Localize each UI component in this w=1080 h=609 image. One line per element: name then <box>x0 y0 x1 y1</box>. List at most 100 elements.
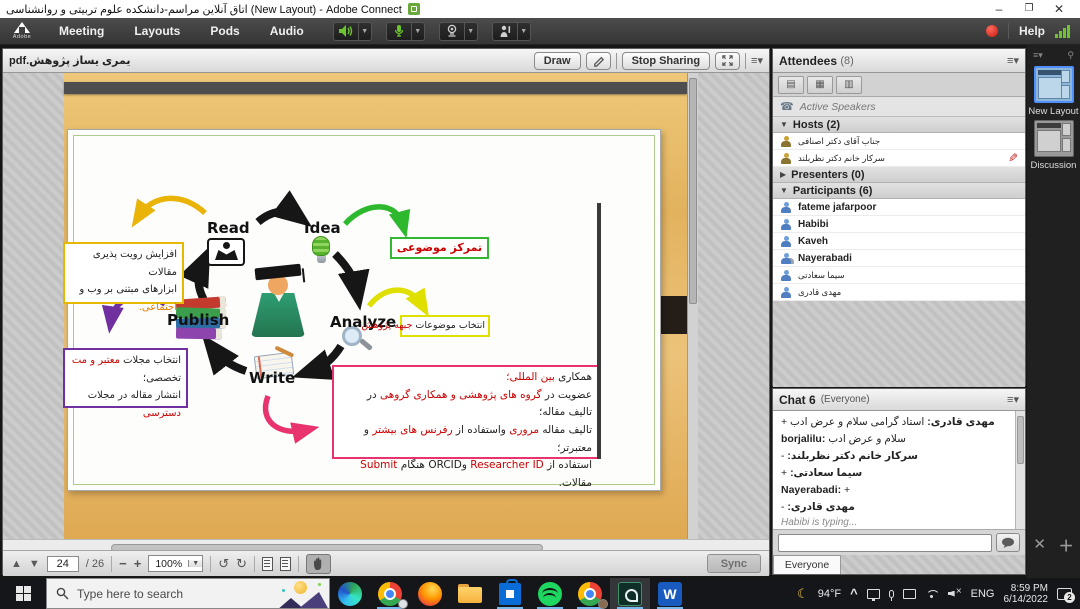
attendees-pod-menu-icon[interactable]: ≡▾ <box>1007 54 1019 67</box>
attendee-row[interactable]: Kaveh <box>773 233 1025 250</box>
tray-microphone-icon[interactable] <box>889 590 894 598</box>
tray-keyboard-icon[interactable] <box>903 589 916 599</box>
taskbar-firefox[interactable] <box>410 578 450 609</box>
taskbar-spotify[interactable] <box>530 578 570 609</box>
layout-label-discussion: Discussion <box>1027 160 1080 171</box>
help-menu[interactable]: Help <box>1019 24 1045 38</box>
layouts-sidebar: ≡▾ ⚲ New Layout Discussion ✕ ＋ <box>1027 45 1080 578</box>
webcam-icon <box>445 24 459 38</box>
zoom-level-select[interactable]: 100% ▼ <box>148 555 203 572</box>
pin-icon[interactable]: ⚲ <box>1067 50 1074 61</box>
taskbar-word[interactable]: W <box>650 578 690 609</box>
chat-input[interactable] <box>778 534 992 552</box>
layout-thumbnail-new-layout[interactable] <box>1034 66 1074 103</box>
taskbar-adobe-connect[interactable] <box>610 578 650 609</box>
weather-moon-icon[interactable]: ☾ <box>797 586 809 602</box>
tray-volume-muted-icon[interactable] <box>948 589 962 599</box>
tray-wifi-icon[interactable] <box>925 589 939 598</box>
rotate-left-button[interactable]: ↺ <box>218 556 229 572</box>
taskbar-chrome[interactable] <box>370 578 410 609</box>
adobe-logo: Adobe <box>0 18 44 45</box>
add-layout-icon[interactable]: ＋ <box>1059 535 1074 556</box>
list-view-button[interactable]: ▤ <box>778 76 804 94</box>
attendee-row[interactable]: Nayerabadi <box>773 250 1025 267</box>
speaker-button[interactable] <box>333 22 359 41</box>
active-speakers-row: ☎ Active Speakers <box>773 97 1025 117</box>
visibility-text-box: افزایش رویت پذیری مقالات ابزارهای مبتنی … <box>63 242 184 304</box>
chat-pod-menu-icon[interactable]: ≡▾ <box>1007 393 1019 406</box>
fullscreen-button[interactable] <box>715 52 740 70</box>
status-view-button[interactable]: ▥ <box>836 76 862 94</box>
mic-dropdown[interactable]: ▼ <box>412 22 425 41</box>
chat-scrollbar[interactable] <box>1015 411 1025 530</box>
speaker-dropdown[interactable]: ▼ <box>359 22 372 41</box>
send-message-button[interactable] <box>996 533 1020 552</box>
attendee-row-host[interactable]: سرکار خانم دکتر نظربلند ✎ <box>773 150 1025 167</box>
tab-everyone[interactable]: Everyone <box>773 555 841 574</box>
share-vertical-scrollbar[interactable] <box>687 73 698 539</box>
close-pod-icon[interactable]: ✕ <box>1033 535 1046 556</box>
taskbar-edge[interactable] <box>330 578 370 609</box>
tray-display-icon[interactable] <box>867 589 880 599</box>
zoom-in-button[interactable]: + <box>134 556 142 571</box>
label-write: Write <box>249 369 295 387</box>
menu-audio[interactable]: Audio <box>255 18 319 45</box>
notification-badge: 2 <box>1064 592 1075 603</box>
webcam-dropdown[interactable]: ▼ <box>465 22 478 41</box>
stop-sharing-button[interactable]: Stop Sharing <box>622 52 710 70</box>
notification-center-icon[interactable]: 2 <box>1057 588 1072 600</box>
layouts-menu-icon[interactable]: ≡▾ <box>1033 50 1043 61</box>
page-down-button[interactable]: ▼ <box>29 558 40 570</box>
menu-pods[interactable]: Pods <box>195 18 254 45</box>
clock[interactable]: 8:59 PM 6/14/2022 <box>1004 583 1049 605</box>
grid-view-button[interactable]: ▦ <box>807 76 833 94</box>
two-page-view-button[interactable] <box>280 557 291 571</box>
windows-taskbar: Type here to search W ☾ 94°F ^ <box>0 578 1080 609</box>
taskbar-chrome-2[interactable] <box>570 578 610 609</box>
hosts-section-header[interactable]: ▼ Hosts (2) <box>773 117 1025 133</box>
hand-icon <box>312 556 326 571</box>
taskbar-file-explorer[interactable] <box>450 578 490 609</box>
layout-thumbnail-discussion[interactable] <box>1034 120 1074 157</box>
zoom-out-button[interactable]: − <box>119 556 127 571</box>
status-dropdown[interactable]: ▼ <box>518 22 531 41</box>
hidden-icons-chevron[interactable]: ^ <box>850 586 858 601</box>
pointer-tool-button[interactable] <box>586 52 611 70</box>
sync-button[interactable]: Sync <box>707 554 761 573</box>
start-button[interactable] <box>0 578 46 609</box>
attendee-row-host[interactable]: جناب آقای دکتر اصنافی <box>773 133 1025 150</box>
page-number-input[interactable] <box>47 556 79 572</box>
raise-hand-button[interactable] <box>492 22 518 41</box>
rotate-right-button[interactable]: ↻ <box>236 556 247 572</box>
language-indicator[interactable]: ENG <box>971 588 995 600</box>
menu-layouts[interactable]: Layouts <box>119 18 195 45</box>
taskbar-search-box[interactable]: Type here to search <box>46 578 330 609</box>
hand-tool-button[interactable] <box>306 554 331 574</box>
mic-button[interactable] <box>386 22 412 41</box>
menu-meeting[interactable]: Meeting <box>44 18 119 45</box>
webcam-button[interactable] <box>439 22 465 41</box>
minimize-button[interactable]: – <box>984 0 1014 18</box>
share-horizontal-scrollbar[interactable] <box>3 539 769 550</box>
attendee-row[interactable]: Habibi <box>773 216 1025 233</box>
taskbar-microsoft-store[interactable] <box>490 578 530 609</box>
edge-icon <box>338 582 362 606</box>
presenters-section-header[interactable]: ▶ Presenters (0) <box>773 167 1025 183</box>
single-page-view-button[interactable] <box>262 557 273 571</box>
attendee-row[interactable]: سیما سعادتی <box>773 267 1025 284</box>
share-pod-menu-icon[interactable]: ≡▾ <box>751 54 763 67</box>
attendee-row[interactable]: مهدی قادری <box>773 284 1025 301</box>
speaker-icon <box>338 24 353 38</box>
close-button[interactable]: ✕ <box>1044 0 1074 18</box>
maximize-button[interactable]: ❐ <box>1014 0 1044 18</box>
annotation-pencil-icon: ✎ <box>1008 151 1018 165</box>
microsoft-store-icon <box>499 583 521 605</box>
page-up-button[interactable]: ▲ <box>11 558 22 570</box>
shared-document-title: یمری یساز پژوهش.pdf <box>9 54 130 67</box>
temperature-label[interactable]: 94°F <box>818 588 841 600</box>
draw-button[interactable]: Draw <box>534 52 581 70</box>
connection-status-icon[interactable] <box>1055 24 1070 38</box>
attendees-count: (8) <box>840 55 853 67</box>
participants-section-header[interactable]: ▼ Participants (6) <box>773 183 1025 199</box>
attendee-row[interactable]: fateme jafarpoor <box>773 199 1025 216</box>
